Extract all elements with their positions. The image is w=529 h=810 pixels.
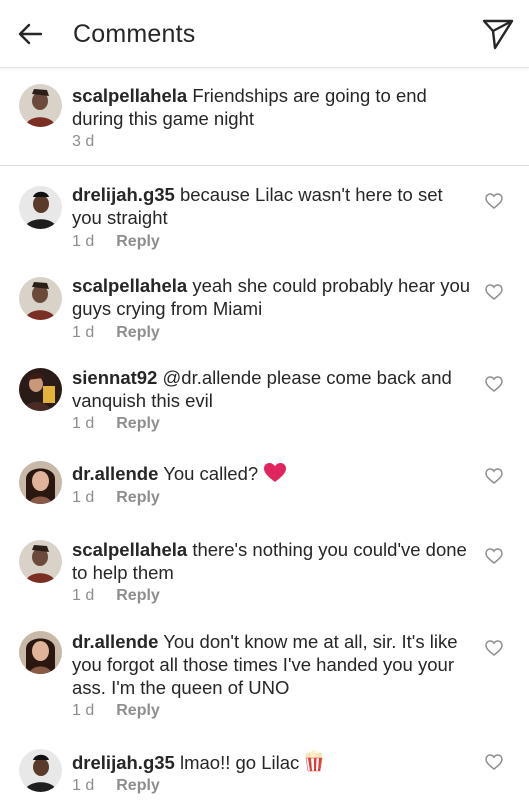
avatar[interactable]: [19, 368, 62, 411]
comment-body: siennat92 @dr.allende please come back a…: [72, 366, 472, 412]
username[interactable]: dr.allende: [72, 631, 158, 652]
avatar[interactable]: [19, 749, 62, 792]
timestamp: 1 d: [72, 489, 95, 506]
comment-meta: 1 d Reply: [72, 233, 160, 251]
comment-meta: 1 d Reply: [72, 587, 160, 605]
comment-meta: 1 d Reply: [72, 415, 160, 433]
comment-meta: 3 d: [72, 133, 94, 151]
username[interactable]: scalpellahela: [72, 85, 187, 106]
back-arrow-icon[interactable]: [16, 20, 44, 48]
avatar[interactable]: [19, 277, 62, 320]
timestamp: 1 d: [72, 702, 95, 719]
like-heart-icon[interactable]: [485, 193, 503, 209]
comment-meta: 1 d Reply: [72, 489, 160, 507]
timestamp: 1 d: [72, 587, 95, 604]
like-heart-icon[interactable]: [485, 548, 503, 564]
caption-text: scalpellahela Friendships are going to e…: [72, 84, 472, 130]
reply-button[interactable]: Reply: [116, 489, 160, 506]
like-heart-icon[interactable]: [485, 468, 503, 484]
post-caption: scalpellahela Friendships are going to e…: [0, 68, 529, 166]
like-heart-icon[interactable]: [485, 376, 503, 392]
avatar[interactable]: [19, 186, 62, 229]
reply-button[interactable]: Reply: [116, 324, 160, 341]
paper-plane-icon[interactable]: [481, 17, 515, 51]
reply-button[interactable]: Reply: [116, 702, 160, 719]
comment-body: drelijah.g35 lmao!! go Lilac: [72, 750, 472, 777]
like-heart-icon[interactable]: [485, 754, 503, 770]
username[interactable]: dr.allende: [72, 463, 158, 484]
comment-body: scalpellahela there's nothing you could'…: [72, 538, 472, 584]
page-title: Comments: [73, 20, 196, 48]
timestamp: 1 d: [72, 233, 95, 250]
reply-button[interactable]: Reply: [116, 777, 160, 794]
like-heart-icon[interactable]: [485, 640, 503, 656]
like-heart-icon[interactable]: [485, 284, 503, 300]
comment-text: You called?: [163, 463, 259, 484]
avatar[interactable]: [19, 631, 62, 674]
username[interactable]: scalpellahela: [72, 275, 187, 296]
timestamp: 3 d: [72, 133, 95, 150]
red-heart-emoji: [263, 462, 287, 488]
username[interactable]: drelijah.g35: [72, 752, 175, 773]
comment-body: dr.allende You don't know me at all, sir…: [72, 630, 472, 699]
comment-body: dr.allende You called?: [72, 462, 472, 488]
top-bar: Comments: [0, 0, 529, 68]
comment-meta: 1 d Reply: [72, 777, 160, 795]
timestamp: 1 d: [72, 324, 95, 341]
reply-button[interactable]: Reply: [116, 415, 160, 432]
username[interactable]: drelijah.g35: [72, 184, 175, 205]
popcorn-emoji: [304, 750, 324, 777]
comment-body: scalpellahela yeah she could probably he…: [72, 274, 472, 320]
comment-body: drelijah.g35 because Lilac wasn't here t…: [72, 183, 472, 229]
username[interactable]: scalpellahela: [72, 539, 187, 560]
comment-meta: 1 d Reply: [72, 324, 160, 342]
avatar[interactable]: [19, 84, 62, 127]
avatar[interactable]: [19, 540, 62, 583]
timestamp: 1 d: [72, 777, 95, 794]
comment-text: lmao!! go Lilac: [179, 752, 300, 773]
reply-button[interactable]: Reply: [116, 233, 160, 250]
timestamp: 1 d: [72, 415, 95, 432]
comment-meta: 1 d Reply: [72, 702, 160, 720]
avatar[interactable]: [19, 461, 62, 504]
username[interactable]: siennat92: [72, 367, 157, 388]
reply-button[interactable]: Reply: [116, 587, 160, 604]
